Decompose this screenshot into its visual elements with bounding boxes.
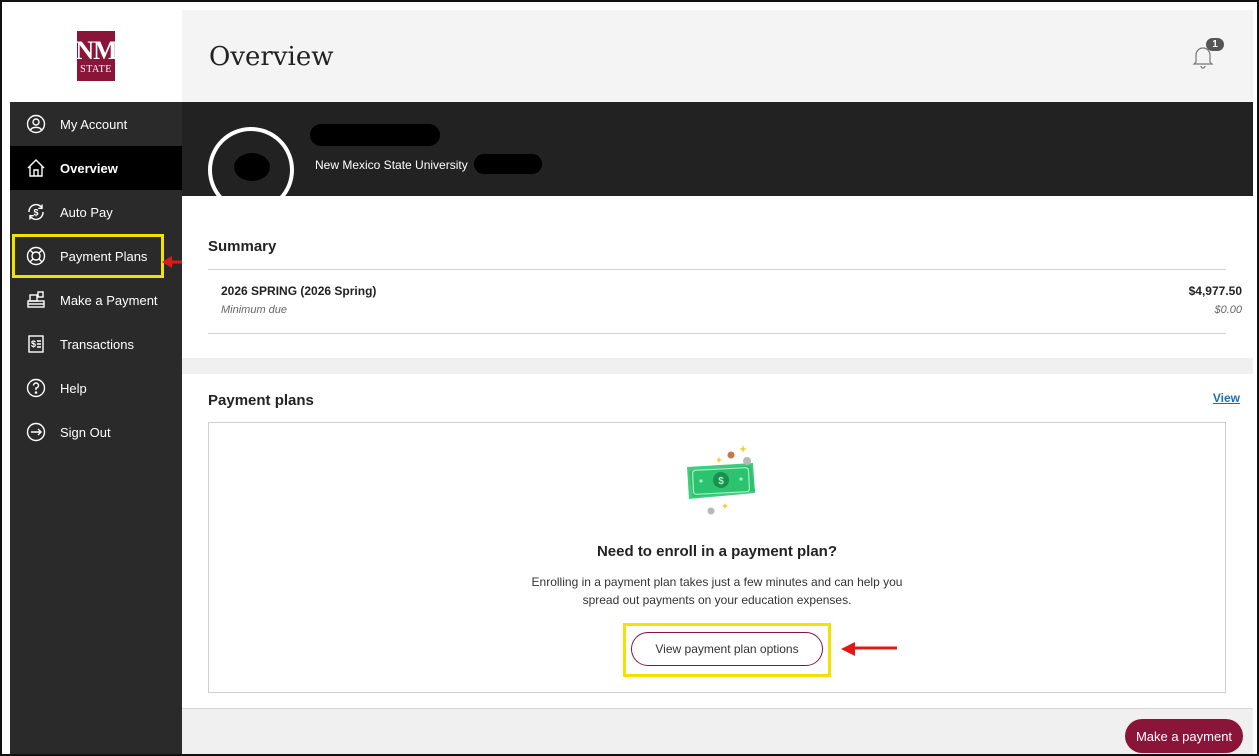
sidebar-item-help[interactable]: Help	[10, 366, 182, 410]
user-circle-icon	[26, 114, 46, 134]
sidebar-item-label: Make a Payment	[60, 292, 158, 308]
auto-pay-icon: $	[26, 202, 46, 222]
sidebar-item-label: Sign Out	[60, 424, 111, 440]
sidebar-item-transactions[interactable]: $ Transactions	[10, 322, 182, 366]
organization-name: New Mexico State University	[315, 158, 468, 172]
logo-text-nm: NM	[75, 35, 117, 65]
svg-text:$: $	[718, 476, 724, 487]
sidebar-item-label: Auto Pay	[60, 204, 113, 220]
notifications-button[interactable]: 1	[1191, 38, 1224, 72]
enroll-heading: Need to enroll in a payment plan?	[596, 543, 838, 560]
money-illustration-icon: $	[687, 445, 755, 515]
enroll-description-line-1: Enrolling in a payment plan takes just a…	[531, 575, 903, 589]
minimum-due-amount: $0.00	[1214, 304, 1242, 316]
svg-text:$: $	[33, 208, 38, 218]
main-content: Summary 2026 SPRING (2026 Spring) Minimu…	[182, 196, 1253, 754]
term-name: 2026 SPRING (2026 Spring)	[221, 284, 377, 298]
sidebar-item-label: Transactions	[60, 336, 134, 352]
notification-badge: 1	[1206, 38, 1224, 51]
enroll-description: Enrolling in a payment plan takes just a…	[209, 573, 1225, 609]
home-icon	[26, 158, 46, 178]
page-header: Overview 1	[182, 10, 1253, 102]
sidebar-item-sign-out[interactable]: Sign Out	[10, 410, 182, 454]
summary-title: Summary	[208, 238, 277, 255]
profile-banner: New Mexico State University	[182, 102, 1253, 213]
sidebar-item-label: Help	[60, 380, 87, 396]
cash-register-icon	[26, 290, 46, 310]
footer-bar: Make a payment	[182, 708, 1253, 754]
divider	[208, 269, 1226, 270]
annotation-arrow-icon	[841, 642, 897, 656]
page-title: Overview	[209, 42, 334, 72]
term-balance: $4,977.50	[1188, 284, 1242, 298]
logo-area: NM STATE	[10, 10, 182, 102]
redacted-id	[474, 154, 542, 174]
payment-plan-card: $ Need to enroll in a payment plan? Enro…	[208, 422, 1226, 693]
make-payment-button[interactable]: Make a payment	[1125, 719, 1243, 753]
sidebar-item-make-a-payment[interactable]: Make a Payment	[10, 278, 182, 322]
logo-text-state: STATE	[80, 63, 112, 75]
sidebar-item-auto-pay[interactable]: $ Auto Pay	[10, 190, 182, 234]
svg-text:$: $	[31, 339, 36, 349]
sidebar-item-label: Payment Plans	[60, 248, 148, 264]
redacted-avatar	[234, 153, 270, 181]
app-frame: NM STATE My Account Overview $ Auto Pay	[0, 0, 1259, 756]
sidebar: My Account Overview $ Auto Pay Payment P…	[10, 102, 182, 754]
view-payment-plans-link[interactable]: View	[1213, 391, 1240, 405]
payment-plans-title: Payment plans	[208, 392, 314, 409]
sidebar-item-payment-plans[interactable]: Payment Plans	[12, 234, 164, 278]
view-payment-plan-options-button[interactable]: View payment plan options	[631, 632, 823, 666]
sidebar-item-label: Overview	[60, 160, 118, 176]
receipt-icon: $	[26, 334, 46, 354]
highlight-box: View payment plan options	[623, 623, 831, 677]
sign-out-icon	[26, 422, 46, 442]
enroll-description-line-2: spread out payments on your education ex…	[582, 593, 852, 607]
sidebar-item-my-account[interactable]: My Account	[10, 102, 182, 146]
help-circle-icon	[26, 378, 46, 398]
nmsu-logo[interactable]: NM STATE	[75, 31, 118, 81]
redacted-name	[310, 124, 440, 146]
divider	[208, 333, 1226, 334]
lifebuoy-icon	[26, 246, 46, 266]
sidebar-item-label: My Account	[60, 116, 128, 132]
minimum-due-label: Minimum due	[221, 304, 288, 316]
section-separator	[182, 358, 1253, 374]
sidebar-item-overview[interactable]: Overview	[10, 146, 182, 190]
